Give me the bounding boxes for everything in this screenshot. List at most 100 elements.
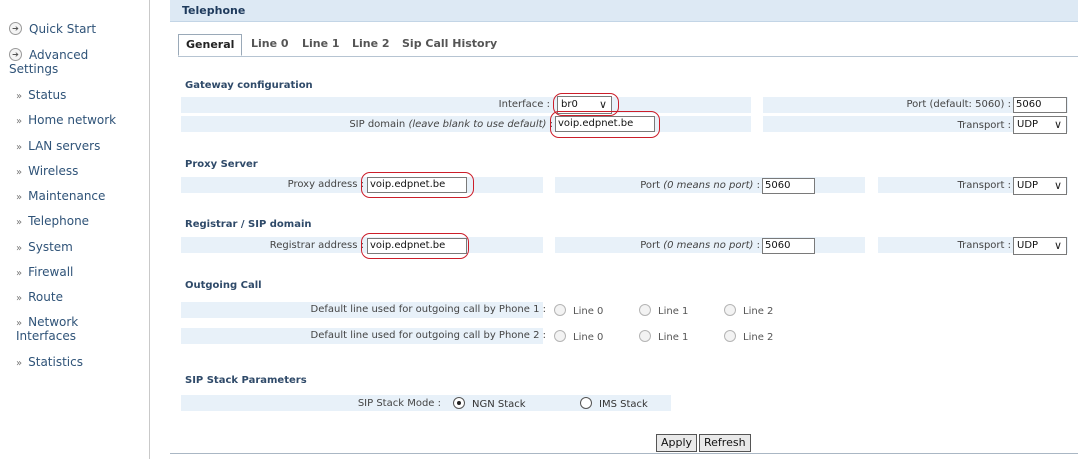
sidebar-item-home-network[interactable]: » Home network bbox=[16, 113, 116, 129]
tab-divider bbox=[178, 56, 1078, 57]
proxy-transport-select[interactable]: UDP ∨ bbox=[1013, 177, 1067, 195]
double-chevron-icon: » bbox=[16, 142, 23, 153]
sidebar-item-telephone[interactable]: » Telephone bbox=[16, 214, 89, 230]
gateway-port-input[interactable]: 5060 bbox=[1013, 97, 1067, 113]
sidebar-item-label: Home network bbox=[28, 113, 117, 127]
sidebar-item-status[interactable]: » Status bbox=[16, 88, 66, 104]
phone1-line2-option[interactable]: Line 2 bbox=[724, 304, 773, 319]
sidebar-item-label: Interfaces bbox=[16, 329, 76, 343]
sidebar-item-wireless[interactable]: » Wireless bbox=[16, 164, 78, 180]
registrar-port-hint: (0 means no port) bbox=[663, 240, 754, 251]
gateway-transport-label: Transport : bbox=[957, 120, 1011, 131]
title-bar: Telephone bbox=[170, 0, 1078, 22]
sidebar-advanced-label: Advanced bbox=[29, 48, 89, 62]
proxy-port-input[interactable]: 5060 bbox=[762, 178, 815, 194]
tab-general[interactable]: General bbox=[178, 34, 243, 56]
bottom-divider bbox=[170, 453, 1078, 454]
radio-icon bbox=[724, 304, 736, 316]
tab-line-0[interactable]: Line 0 bbox=[251, 34, 289, 56]
radio-label: Line 0 bbox=[573, 306, 604, 317]
tab-sip-call-history[interactable]: Sip Call History bbox=[402, 34, 497, 56]
apply-button[interactable]: Apply bbox=[656, 434, 698, 452]
chevron-down-icon: ∨ bbox=[1053, 239, 1062, 252]
sidebar-quick-start-label: Quick Start bbox=[29, 22, 97, 36]
sidebar-item-maintenance[interactable]: » Maintenance bbox=[16, 189, 105, 205]
radio-icon bbox=[580, 397, 592, 409]
registrar-port-input[interactable]: 5060 bbox=[762, 238, 815, 254]
registrar-transport-value: UDP bbox=[1017, 240, 1039, 251]
gateway-transport-value: UDP bbox=[1017, 119, 1039, 130]
phone2-line1-option[interactable]: Line 1 bbox=[639, 330, 688, 345]
sip-stack-ims-option[interactable]: IMS Stack bbox=[580, 397, 648, 412]
interface-select-value: br0 bbox=[561, 99, 578, 110]
page-title: Telephone bbox=[182, 4, 246, 17]
sidebar-item-statistics[interactable]: » Statistics bbox=[16, 355, 83, 371]
main-panel: Telephone General Line 0 Line 1 Line 2 S… bbox=[170, 0, 1078, 459]
proxy-transport-label: Transport : bbox=[957, 180, 1011, 191]
proxy-port-hint: (0 means no port) bbox=[663, 180, 754, 191]
radio-icon bbox=[639, 304, 651, 316]
proxy-port-label-text: Port bbox=[640, 180, 661, 191]
sip-domain-label: SIP domain (leave blank to use default) … bbox=[349, 119, 553, 130]
phone1-line0-option[interactable]: Line 0 bbox=[554, 304, 603, 319]
proxy-address-input[interactable]: voip.edpnet.be bbox=[367, 177, 467, 193]
refresh-button[interactable]: Refresh bbox=[699, 434, 751, 452]
radio-label: Line 1 bbox=[658, 306, 689, 317]
double-chevron-icon: » bbox=[16, 91, 23, 102]
sidebar-item-label: System bbox=[28, 240, 73, 254]
phone2-line0-option[interactable]: Line 0 bbox=[554, 330, 603, 345]
radio-icon bbox=[639, 330, 651, 342]
sidebar-advanced-settings[interactable]: ➔ Advanced Settings bbox=[9, 48, 88, 76]
sidebar-item-label: Statistics bbox=[28, 355, 83, 369]
double-chevron-icon: » bbox=[16, 192, 23, 203]
tab-line-2[interactable]: Line 2 bbox=[352, 34, 390, 56]
double-chevron-icon: » bbox=[16, 167, 23, 178]
phone1-line1-option[interactable]: Line 1 bbox=[639, 304, 688, 319]
radio-selected-icon bbox=[453, 397, 465, 409]
registrar-transport-select[interactable]: UDP ∨ bbox=[1013, 237, 1067, 255]
gateway-transport-select[interactable]: UDP ∨ bbox=[1013, 116, 1067, 134]
double-chevron-icon: » bbox=[16, 358, 23, 369]
tab-line-1[interactable]: Line 1 bbox=[302, 34, 340, 56]
interface-select[interactable]: br0 ∨ bbox=[557, 96, 612, 114]
sidebar-item-route[interactable]: » Route bbox=[16, 290, 63, 306]
sidebar-item-label: Wireless bbox=[28, 164, 79, 178]
sidebar-item-label: LAN servers bbox=[28, 139, 101, 153]
sip-domain-input[interactable]: voip.edpnet.be bbox=[555, 116, 655, 132]
sip-stack-ngn-option[interactable]: NGN Stack bbox=[453, 397, 526, 412]
radio-label: Line 2 bbox=[743, 306, 774, 317]
arrow-right-circle-icon: ➔ bbox=[9, 22, 22, 35]
registrar-address-label: Registrar address : bbox=[269, 240, 364, 251]
phone1-label: Default line used for outgoing call by P… bbox=[310, 304, 546, 315]
sidebar-item-label: Status bbox=[28, 88, 67, 102]
sip-stack-mode-label: SIP Stack Mode : bbox=[357, 398, 441, 409]
sidebar-item-label: Telephone bbox=[28, 214, 90, 228]
sidebar-item-lan-servers[interactable]: » LAN servers bbox=[16, 139, 100, 155]
registrar-port-label: Port (0 means no port) : bbox=[640, 240, 760, 251]
sidebar-quick-start[interactable]: ➔ Quick Start bbox=[9, 22, 96, 36]
sip-domain-hint: (leave blank to use default) bbox=[408, 119, 547, 130]
sidebar-item-firewall[interactable]: » Firewall bbox=[16, 265, 73, 281]
phone2-line2-option[interactable]: Line 2 bbox=[724, 330, 773, 345]
section-title-gateway: Gateway configuration bbox=[185, 80, 313, 91]
sidebar-item-label: Network bbox=[28, 315, 79, 329]
section-title-registrar: Registrar / SIP domain bbox=[185, 219, 312, 230]
double-chevron-icon: » bbox=[16, 318, 23, 329]
double-chevron-icon: » bbox=[16, 268, 23, 279]
section-title-sip-stack: SIP Stack Parameters bbox=[185, 375, 307, 386]
sidebar-item-system[interactable]: » System bbox=[16, 240, 73, 256]
phone2-label: Default line used for outgoing call by P… bbox=[310, 330, 546, 341]
registrar-port-label-text: Port bbox=[640, 240, 661, 251]
double-chevron-icon: » bbox=[16, 116, 23, 127]
proxy-transport-value: UDP bbox=[1017, 180, 1039, 191]
chevron-down-icon: ∨ bbox=[1053, 179, 1062, 192]
sidebar-item-network-interfaces-2[interactable]: Interfaces bbox=[16, 329, 76, 343]
registrar-address-input[interactable]: voip.edpnet.be bbox=[367, 238, 467, 254]
gateway-row-bg bbox=[181, 97, 751, 113]
double-chevron-icon: » bbox=[16, 293, 23, 304]
radio-label: NGN Stack bbox=[472, 399, 526, 410]
chevron-down-icon: ∨ bbox=[598, 98, 607, 111]
sidebar-item-label: Firewall bbox=[28, 265, 74, 279]
proxy-port-label: Port (0 means no port) : bbox=[640, 180, 760, 191]
radio-label: Line 1 bbox=[658, 332, 689, 343]
